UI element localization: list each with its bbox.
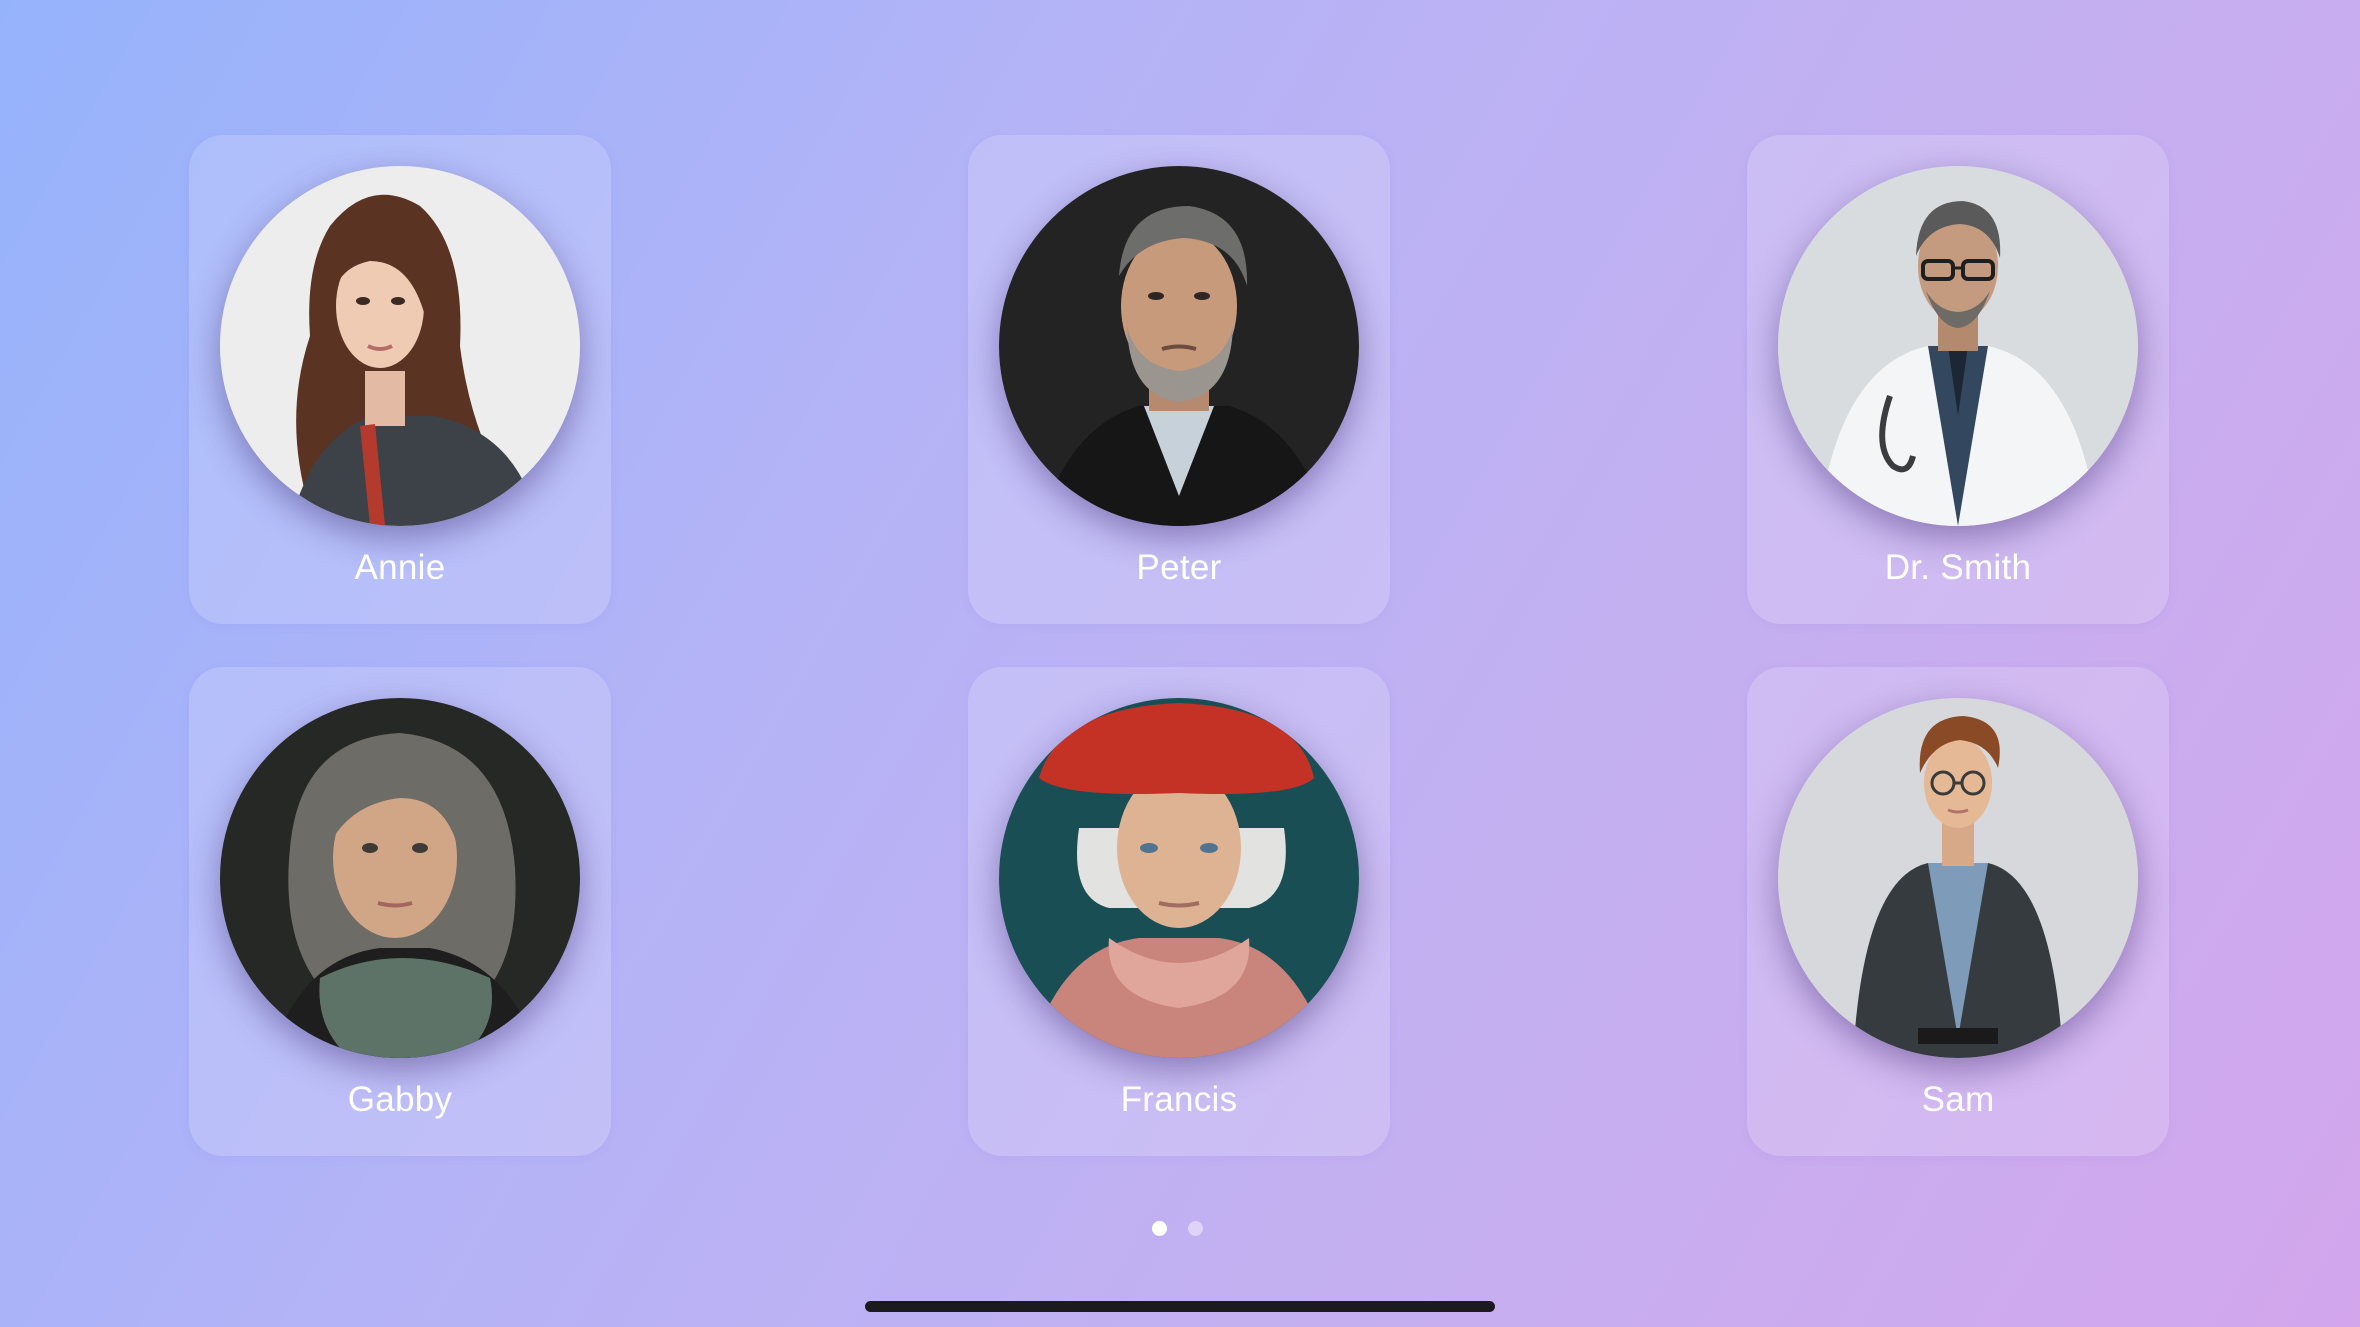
persona-card-gabby[interactable]: Gabby [189,667,611,1156]
persona-card-francis[interactable]: Francis [968,667,1390,1156]
page-indicator[interactable] [1152,1219,1212,1237]
avatar [999,166,1359,526]
portrait-image [999,166,1359,526]
persona-name: Francis [1120,1080,1238,1119]
portrait-image [999,698,1359,1058]
portrait-image [220,698,580,1058]
persona-card-annie[interactable]: Annie [189,135,611,624]
avatar [1778,698,2138,1058]
avatar [220,166,580,526]
page-dot-2[interactable] [1188,1221,1203,1236]
portrait-image [220,166,580,526]
home-indicator[interactable] [865,1301,1495,1312]
avatar [220,698,580,1058]
portrait-image [1778,166,2138,526]
persona-name: Gabby [347,1080,453,1119]
persona-card-sam[interactable]: Sam [1747,667,2169,1156]
persona-name: Peter [1136,548,1222,587]
persona-grid: Annie Peter Dr. Smith Gabby Francis Sam [0,0,2360,1327]
portrait-image [1778,698,2138,1058]
avatar [1778,166,2138,526]
avatar [999,698,1359,1058]
persona-name: Dr. Smith [1884,548,2032,587]
persona-card-peter[interactable]: Peter [968,135,1390,624]
page-dot-1[interactable] [1152,1221,1167,1236]
persona-name: Annie [354,548,446,587]
persona-card-dr-smith[interactable]: Dr. Smith [1747,135,2169,624]
persona-name: Sam [1921,1080,1995,1119]
